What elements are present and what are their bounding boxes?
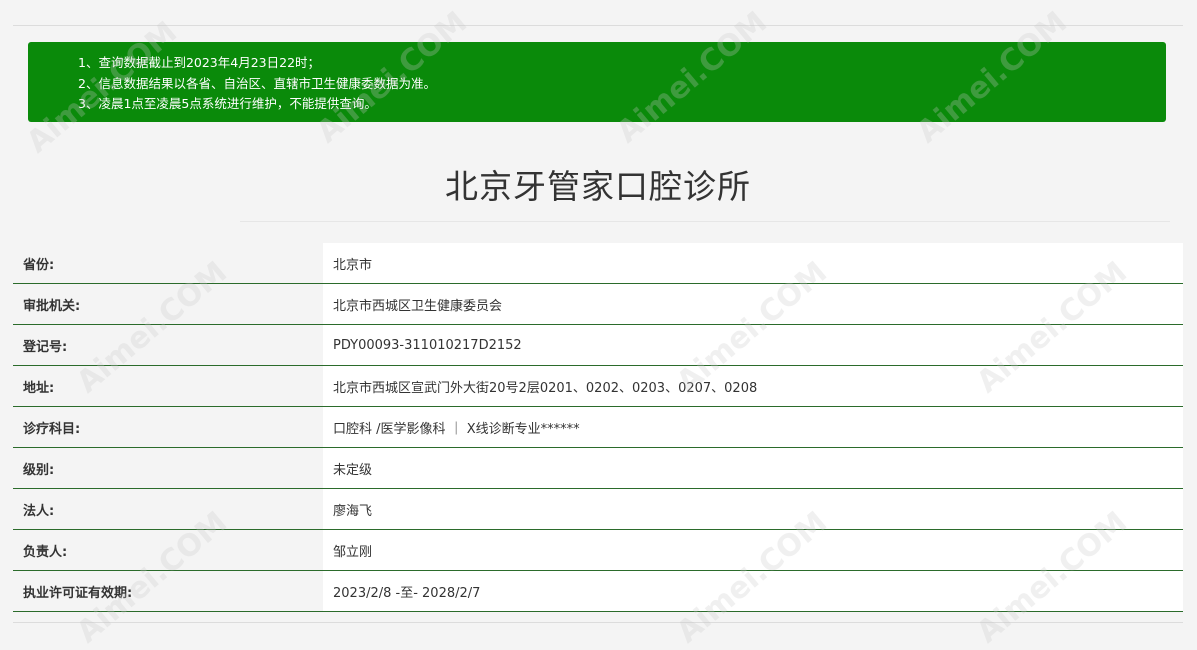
title-divider bbox=[240, 221, 1170, 222]
row-value-license-validity: 2023/2/8 -至- 2028/2/7 bbox=[323, 570, 1183, 612]
row-value-authority: 北京市西城区卫生健康委员会 bbox=[323, 283, 1183, 325]
notice-line-2: 2、信息数据结果以各省、自治区、直辖市卫生健康委数据为准。 bbox=[78, 75, 436, 91]
table-row: 省份: 北京市 bbox=[13, 243, 1183, 284]
table-row: 审批机关: 北京市西城区卫生健康委员会 bbox=[13, 283, 1183, 325]
bottom-divider bbox=[13, 622, 1183, 623]
row-value-legal-person: 廖海飞 bbox=[323, 488, 1183, 530]
top-divider bbox=[13, 25, 1183, 26]
notice-banner: 1、查询数据截止到2023年4月23日22时； 2、信息数据结果以各省、自治区、… bbox=[28, 42, 1166, 122]
row-label-license-validity: 执业许可证有效期: bbox=[13, 570, 323, 612]
row-label-registration: 登记号: bbox=[13, 324, 323, 366]
row-value-province: 北京市 bbox=[323, 243, 1183, 284]
table-row: 法人: 廖海飞 bbox=[13, 488, 1183, 530]
row-value-person-in-charge: 邹立刚 bbox=[323, 529, 1183, 571]
table-row: 诊疗科目: 口腔科 /医学影像科 ｜ X线诊断专业****** bbox=[13, 406, 1183, 448]
table-row: 执业许可证有效期: 2023/2/8 -至- 2028/2/7 bbox=[13, 570, 1183, 612]
row-label-person-in-charge: 负责人: bbox=[13, 529, 323, 571]
page-title: 北京牙管家口腔诊所 bbox=[445, 167, 751, 206]
row-label-province: 省份: bbox=[13, 243, 323, 284]
row-label-departments: 诊疗科目: bbox=[13, 406, 323, 448]
info-table: 省份: 北京市 审批机关: 北京市西城区卫生健康委员会 登记号: PDY0009… bbox=[13, 243, 1183, 612]
table-row: 地址: 北京市西城区宣武门外大街20号2层0201、0202、0203、0207… bbox=[13, 365, 1183, 407]
table-row: 级别: 未定级 bbox=[13, 447, 1183, 489]
table-row: 登记号: PDY00093-311010217D2152 bbox=[13, 324, 1183, 366]
table-row: 负责人: 邹立刚 bbox=[13, 529, 1183, 571]
notice-line-3: 3、凌晨1点至凌晨5点系统进行维护，不能提供查询。 bbox=[78, 96, 377, 111]
row-value-address: 北京市西城区宣武门外大街20号2层0201、0202、0203、0207、020… bbox=[323, 365, 1183, 407]
row-label-level: 级别: bbox=[13, 447, 323, 489]
row-label-authority: 审批机关: bbox=[13, 283, 323, 325]
row-value-departments: 口腔科 /医学影像科 ｜ X线诊断专业****** bbox=[323, 406, 1183, 448]
row-label-legal-person: 法人: bbox=[13, 488, 323, 530]
row-value-level: 未定级 bbox=[323, 447, 1183, 489]
row-value-registration: PDY00093-311010217D2152 bbox=[323, 324, 1183, 366]
row-label-address: 地址: bbox=[13, 365, 323, 407]
notice-line-1: 1、查询数据截止到2023年4月23日22时； bbox=[78, 55, 321, 70]
